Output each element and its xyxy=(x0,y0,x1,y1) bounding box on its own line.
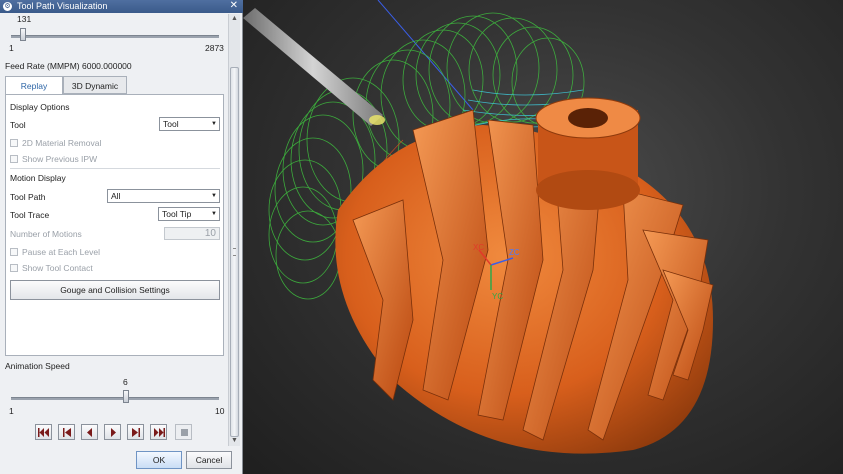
tool-path-select[interactable]: All ▼ xyxy=(107,189,220,203)
axis-label-zc: ZC xyxy=(509,248,520,257)
previous-ipw-checkbox[interactable] xyxy=(10,155,18,163)
motion-slider-value: 131 xyxy=(17,14,32,24)
cancel-button[interactable]: Cancel xyxy=(186,451,232,469)
number-of-motions-field[interactable]: 10 xyxy=(164,227,220,240)
tab-replay[interactable]: Replay xyxy=(5,76,63,96)
close-icon[interactable]: ✕ xyxy=(230,0,238,12)
chevron-down-icon: ▼ xyxy=(211,121,217,127)
step-back-icon xyxy=(63,428,71,437)
fast-forward-to-end-button[interactable] xyxy=(150,424,167,440)
fast-forward-to-end-icon xyxy=(154,428,165,437)
pause-each-level-checkbox[interactable] xyxy=(10,248,18,256)
material-removal-label: 2D Material Removal xyxy=(22,138,102,148)
animation-speed-thumb[interactable] xyxy=(123,390,130,403)
gear-icon: ⚙ xyxy=(3,2,12,11)
animation-speed-label: Animation Speed xyxy=(5,361,70,371)
animation-speed-min: 1 xyxy=(9,406,14,416)
motion-slider-max: 2873 xyxy=(205,43,224,53)
play-forward-button[interactable] xyxy=(104,424,121,440)
scrollbar-thumb[interactable] xyxy=(230,67,239,437)
gouge-collision-settings-button[interactable]: Gouge and Collision Settings xyxy=(10,280,220,300)
step-forward-button[interactable] xyxy=(127,424,144,440)
tool-trace-select[interactable]: Tool Tip ▼ xyxy=(158,207,220,221)
tool-path-label: Tool Path xyxy=(10,192,46,202)
play-forward-icon xyxy=(111,428,116,437)
step-forward-icon xyxy=(132,428,140,437)
motion-slider-thumb[interactable] xyxy=(20,28,27,41)
rewind-to-start-button[interactable] xyxy=(35,424,52,440)
tool-trace-label: Tool Trace xyxy=(10,210,50,220)
scroll-down-icon[interactable]: ▼ xyxy=(229,436,240,446)
display-options-heading: Display Options xyxy=(10,102,70,112)
axis-label-yc: YC xyxy=(492,292,503,301)
tool-path-select-value: All xyxy=(111,191,121,201)
motion-slider-track[interactable] xyxy=(11,35,219,38)
tool-select-value: Tool xyxy=(163,119,179,129)
animation-speed-track[interactable] xyxy=(11,397,219,400)
tool-path-visualization-dialog: ⚙ Tool Path Visualization ✕ 131 1 2873 F… xyxy=(0,0,243,474)
chevron-down-icon: ▼ xyxy=(211,211,217,217)
show-tool-contact-checkbox[interactable] xyxy=(10,264,18,272)
tab-replay-label: Replay xyxy=(20,81,48,91)
number-of-motions-label: Number of Motions xyxy=(10,229,82,239)
tab-3d-dynamic[interactable]: 3D Dynamic xyxy=(63,76,127,94)
stop-icon xyxy=(181,429,188,436)
replay-panel xyxy=(5,94,224,356)
panel-scrollbar[interactable]: ▲ ▼ xyxy=(228,14,240,446)
previous-ipw-label: Show Previous IPW xyxy=(22,154,98,164)
animation-speed-value: 6 xyxy=(123,377,128,387)
tool-trace-select-value: Tool Tip xyxy=(162,209,192,219)
show-tool-contact-label: Show Tool Contact xyxy=(22,263,93,273)
animation-speed-max: 10 xyxy=(215,406,225,416)
impeller-boss xyxy=(535,97,641,210)
pause-each-level-label: Pause at Each Level xyxy=(22,247,100,257)
dialog-title: Tool Path Visualization xyxy=(17,1,108,11)
ok-button[interactable]: OK xyxy=(136,451,182,469)
tab-3d-dynamic-label: 3D Dynamic xyxy=(71,81,119,91)
scroll-up-icon[interactable]: ▲ xyxy=(229,14,240,24)
feed-rate-label: Feed Rate (MMPM) 6000.000000 xyxy=(5,61,132,71)
tool-select[interactable]: Tool ▼ xyxy=(159,117,220,131)
step-back-button[interactable] xyxy=(58,424,75,440)
section-divider xyxy=(10,168,220,169)
axis-label-xc: XC xyxy=(473,243,484,252)
stop-button[interactable] xyxy=(175,424,192,440)
dialog-titlebar[interactable]: ⚙ Tool Path Visualization ✕ xyxy=(0,0,243,13)
play-reverse-button[interactable] xyxy=(81,424,98,440)
motion-display-heading: Motion Display xyxy=(10,173,66,183)
graphics-viewport[interactable]: XC ZC YC xyxy=(243,0,843,474)
tool-label: Tool xyxy=(10,120,26,130)
rewind-to-start-icon xyxy=(38,428,49,437)
motion-slider-min: 1 xyxy=(9,43,14,53)
play-reverse-icon xyxy=(87,428,92,437)
impeller-model: XC ZC YC xyxy=(243,0,714,454)
grip-icon xyxy=(233,248,236,256)
material-removal-checkbox[interactable] xyxy=(10,139,18,147)
chevron-down-icon: ▼ xyxy=(211,193,217,199)
